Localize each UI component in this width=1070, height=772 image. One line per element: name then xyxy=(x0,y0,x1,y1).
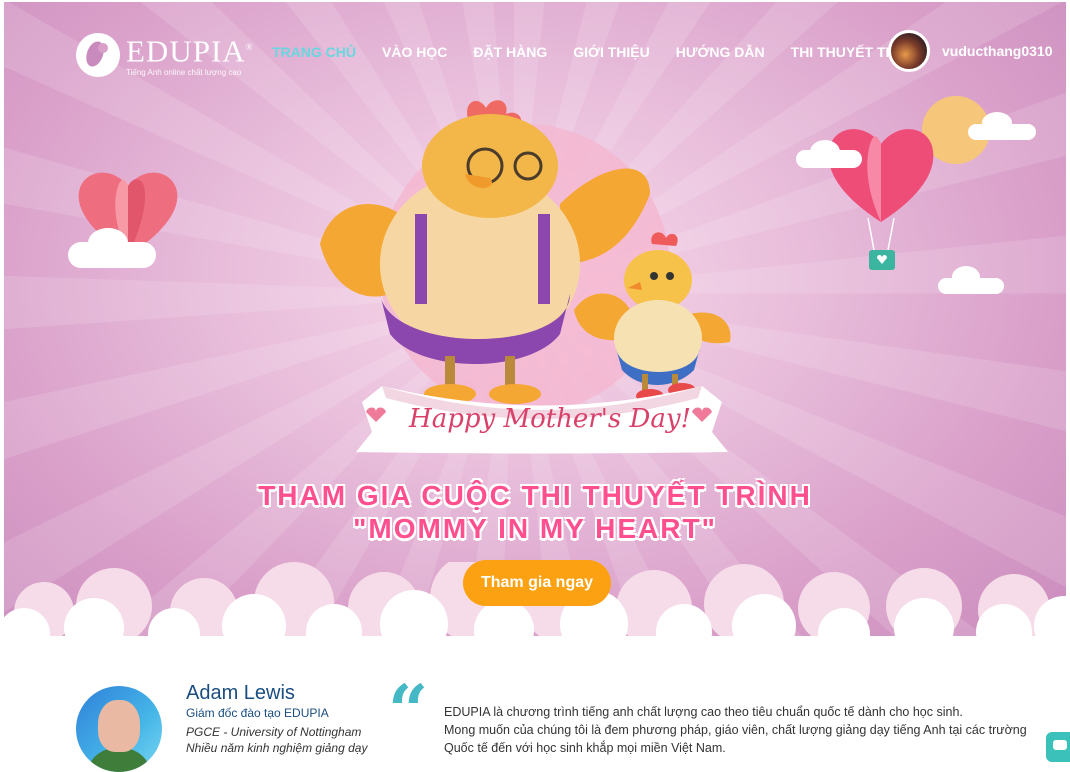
nav-item-guide[interactable]: HƯỚNG DẪN xyxy=(676,44,765,60)
about-line-1: EDUPIA là chương trình tiếng anh chất lư… xyxy=(444,705,963,719)
username[interactable]: vuducthang0310 xyxy=(942,43,1052,59)
quote-icon: “ xyxy=(388,669,429,752)
nav-item-order[interactable]: ĐẶT HÀNG xyxy=(473,44,547,60)
teacher-name: Adam Lewis xyxy=(186,682,295,704)
edupia-logo-icon xyxy=(76,32,120,77)
logo-tagline: Tiếng Anh online chất lượng cao xyxy=(126,68,242,78)
heart-balloon-right xyxy=(828,129,934,270)
join-now-button[interactable]: Tham gia ngay xyxy=(463,560,611,606)
teacher-avatar xyxy=(76,686,162,772)
banner-text-wrap: Happy Mother's Day! xyxy=(370,384,730,460)
hero-section: Happy Mother's Day! THAM GIA CUỘC THI TH… xyxy=(4,2,1066,650)
teacher-role: Giám đốc đào tạo EDUPIA xyxy=(186,706,329,720)
cloud-right-3-puff xyxy=(952,266,980,288)
logo-name: EDUPIA® xyxy=(126,32,254,66)
main-menu: TRANG CHỦ VÀO HỌC ĐẶT HÀNG GIỚI THIỆU HƯ… xyxy=(272,44,946,60)
nav-item-about[interactable]: GIỚI THIỆU xyxy=(573,44,650,60)
teacher-face xyxy=(98,700,140,752)
about-line-2: Mong muốn của chúng tôi là đem phương ph… xyxy=(444,723,1027,737)
mothers-day-title: Happy Mother's Day! xyxy=(409,404,691,434)
user-avatar[interactable] xyxy=(888,30,930,72)
brand-name: EDUPIA xyxy=(126,33,246,69)
contest-headline-line2: "MOMMY IN MY HEART" xyxy=(353,513,717,544)
cloud-right-2-puff xyxy=(982,112,1012,134)
cloud-right-1-puff xyxy=(810,140,840,164)
nav-item-home[interactable]: TRANG CHỦ xyxy=(272,44,356,60)
about-text: EDUPIA là chương trình tiếng anh chất lư… xyxy=(444,703,1027,757)
teacher-experience: Nhiều năm kinh nghiệm giảng dạy xyxy=(186,741,368,755)
teacher-qualification: PGCE - University of Nottingham xyxy=(186,725,362,739)
cloud-left-puff xyxy=(88,228,128,258)
about-line-3: Quốc tế đến với học sinh khắp mọi miền V… xyxy=(444,741,726,755)
registered-mark: ® xyxy=(245,42,254,52)
nav-item-study[interactable]: VÀO HỌC xyxy=(382,44,447,60)
logo-text: EDUPIA® Tiếng Anh online chất lượng cao xyxy=(126,32,254,77)
top-nav: EDUPIA® Tiếng Anh online chất lượng cao … xyxy=(4,2,1066,102)
contest-headline-line1: THAM GIA CUỘC THI THUYẾT TRÌNH xyxy=(258,480,812,511)
edupia-logo[interactable]: EDUPIA® Tiếng Anh online chất lượng cao xyxy=(76,32,254,77)
user-menu[interactable]: vuducthang0310 xyxy=(888,30,1052,72)
